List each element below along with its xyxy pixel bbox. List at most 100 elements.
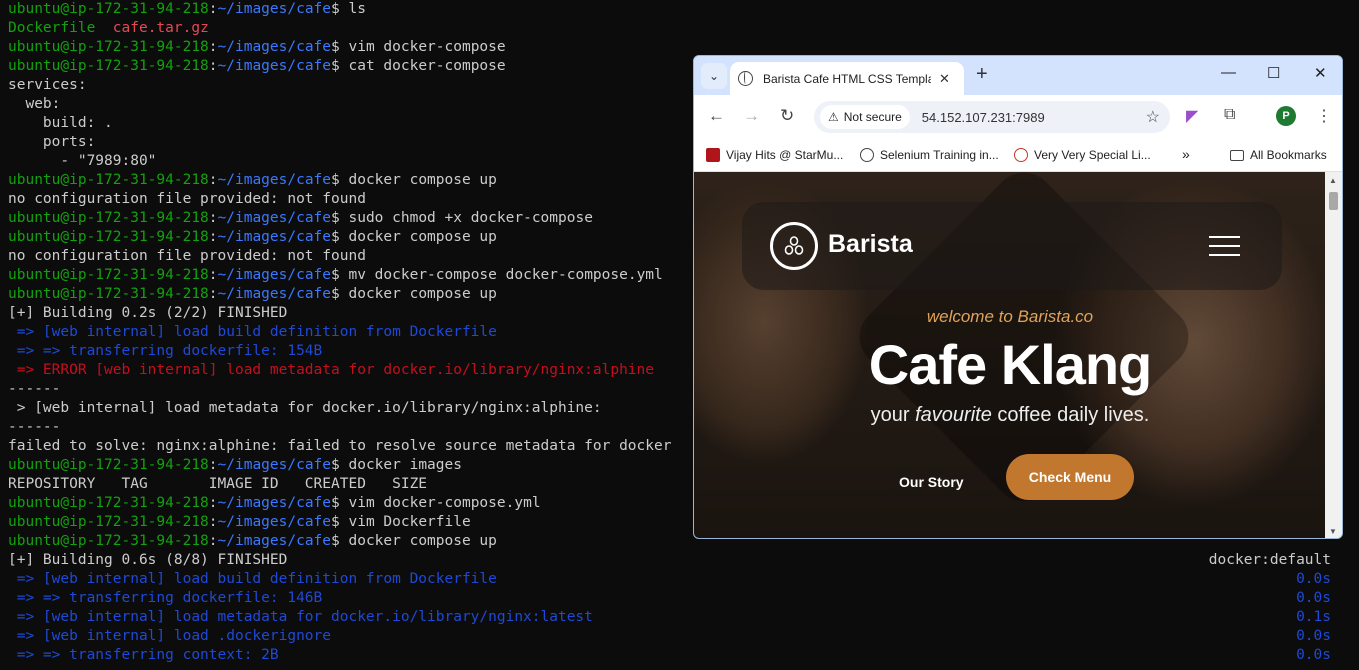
build-step: => => transferring dockerfile: 154B [8,343,323,359]
browser-tab[interactable]: Barista Cafe HTML CSS Template ✕ [730,62,964,95]
terminal-line: [+] Building 0.6s (8/8) FINISHED [8,552,288,568]
terminal-timing: 0.0s [1296,590,1331,606]
terminal-timing: 0.1s [1296,609,1331,625]
hamburger-menu-icon[interactable] [1209,236,1240,263]
extension-flag-icon[interactable]: ◤ [1186,106,1198,126]
hero-title: Cafe Klang [868,333,1153,396]
url-text[interactable]: 54.152.107.231:7989 [922,110,1045,125]
ls-entry: Dockerfile [8,20,96,36]
prompt-user: ubuntu@ip-172-31-94-218 [8,1,209,17]
bookmark-item[interactable]: Very Very Special Li... [1014,148,1151,162]
prompt-user: ubuntu@ip-172-31-94-218 [8,172,209,188]
close-window-icon[interactable]: ✕ [1314,64,1327,82]
all-bookmarks-label: All Bookmarks [1250,148,1327,162]
prompt-user: ubuntu@ip-172-31-94-218 [8,267,209,283]
address-bar[interactable]: ⚠ Not secure 54.152.107.231:7989 ☆ [814,101,1170,133]
build-step: => [web internal] load build definition … [8,571,497,587]
terminal-command: $ docker images [331,457,462,473]
prompt-user: ubuntu@ip-172-31-94-218 [8,457,209,473]
terminal-timing: 0.0s [1296,647,1331,663]
prompt-path: ~/images/cafe [217,172,332,188]
menu-kebab-icon[interactable]: ⋮ [1316,106,1332,126]
terminal-timing: docker:default [1208,552,1331,568]
tab-title: Barista Cafe HTML CSS Template [763,71,931,86]
globe-icon [738,71,753,86]
prompt-path: ~/images/cafe [217,58,332,74]
build-step: => [web internal] load .dockerignore [8,628,332,644]
maximize-icon[interactable]: ☐ [1267,64,1280,82]
coffee-beans-logo-icon[interactable] [770,222,818,270]
bookmark-item[interactable]: Vijay Hits @ StarMu... [706,148,843,162]
prompt-user: ubuntu@ip-172-31-94-218 [8,495,209,511]
prompt-user: ubuntu@ip-172-31-94-218 [8,229,209,245]
folder-icon [1230,149,1244,161]
terminal-line: => => transferring dockerfile: 146B [8,589,1359,608]
terminal-timing: 0.0s [1296,571,1331,587]
tab-search-button[interactable]: ⌄ [701,63,727,89]
scroll-down-icon[interactable]: ▼ [1329,527,1337,536]
all-bookmarks[interactable]: All Bookmarks [1230,148,1327,162]
terminal-command: $ vim Dockerfile [331,514,471,530]
bookmark-label: Vijay Hits @ StarMu... [726,148,844,162]
hero-subtitle: your favourite coffee daily lives. [870,404,1150,426]
terminal-line: Dockerfile cafe.tar.gz [8,19,1359,38]
build-step: => => transferring context: 2B [8,647,279,663]
scroll-up-icon[interactable]: ▲ [1329,176,1337,185]
close-tab-icon[interactable]: ✕ [939,71,950,87]
scrollbar-thumb[interactable] [1329,192,1338,210]
bookmark-star-icon[interactable]: ☆ [1146,107,1160,127]
build-error: => ERROR [web internal] load metadata fo… [8,362,655,378]
extensions-puzzle-icon[interactable]: ⧉ [1224,106,1235,124]
prompt-path: ~/images/cafe [217,514,332,530]
terminal-line: => [web internal] load build definition … [8,570,1359,589]
reload-icon[interactable]: ↻ [780,106,794,126]
browser-toolbar: ← → ↻ ⚠ Not secure 54.152.107.231:7989 ☆… [694,95,1342,139]
build-step: => [web internal] load metadata for dock… [8,609,593,625]
prompt-user: ubuntu@ip-172-31-94-218 [8,210,209,226]
terminal-command: $ docker compose up [331,533,497,549]
terminal-command: $ vim docker-compose.yml [331,495,541,511]
globe-icon [860,148,874,162]
security-chip[interactable]: ⚠ Not secure [820,105,910,129]
terminal-command: $ docker compose up [331,286,497,302]
new-tab-button[interactable]: + [976,63,988,86]
browser-window[interactable]: ⌄ Barista Cafe HTML CSS Template ✕ + — ☐… [693,55,1343,539]
check-menu-button[interactable]: Check Menu [1006,454,1134,500]
chevron-right-icon[interactable]: » [1182,146,1190,162]
ls-entry: cafe.tar.gz [112,20,209,36]
prompt-user: ubuntu@ip-172-31-94-218 [8,533,209,549]
chevron-down-icon: ⌄ [708,69,720,83]
prompt-path: ~/images/cafe [217,267,332,283]
prompt-path: ~/images/cafe [217,286,332,302]
terminal-command: $ sudo chmod +x docker-compose [331,210,593,226]
prompt-user: ubuntu@ip-172-31-94-218 [8,286,209,302]
prompt-path: ~/images/cafe [217,210,332,226]
forward-arrow-icon[interactable]: → [743,106,760,126]
prompt-path: ~/images/cafe [217,39,332,55]
our-story-link[interactable]: Our Story [899,474,964,490]
terminal-line: ubuntu@ip-172-31-94-218:~/images/cafe$ l… [8,1,366,17]
prompt-user: ubuntu@ip-172-31-94-218 [8,58,209,74]
bookmark-label: Selenium Training in... [880,148,999,162]
page-scrollbar[interactable]: ▲ ▼ [1325,172,1342,538]
terminal-command: $ docker compose up [331,229,497,245]
w-icon [1014,148,1028,162]
bookmark-item[interactable]: Selenium Training in... [860,148,999,162]
terminal-line: => [web internal] load .dockerignore [8,627,1359,646]
back-arrow-icon[interactable]: ← [708,106,725,126]
prompt-path: ~/images/cafe [217,457,332,473]
prompt-user: ubuntu@ip-172-31-94-218 [8,39,209,55]
red-icon [706,148,720,162]
terminal-command: $ vim docker-compose [331,39,506,55]
site-logo-text[interactable]: Barista [828,230,913,259]
terminal-command: $ mv docker-compose docker-compose.yml [331,267,663,283]
build-step: => [web internal] load build definition … [8,324,497,340]
profile-avatar[interactable]: P [1276,106,1296,126]
warning-icon: ⚠ [828,110,839,124]
terminal-command: $ cat docker-compose [331,58,506,74]
hero-welcome: welcome to Barista.co [926,307,1094,326]
bookmark-label: Very Very Special Li... [1034,148,1151,162]
minimize-icon[interactable]: — [1221,64,1236,81]
prompt-path: ~/images/cafe [217,1,332,17]
build-step: => => transferring dockerfile: 146B [8,590,323,606]
